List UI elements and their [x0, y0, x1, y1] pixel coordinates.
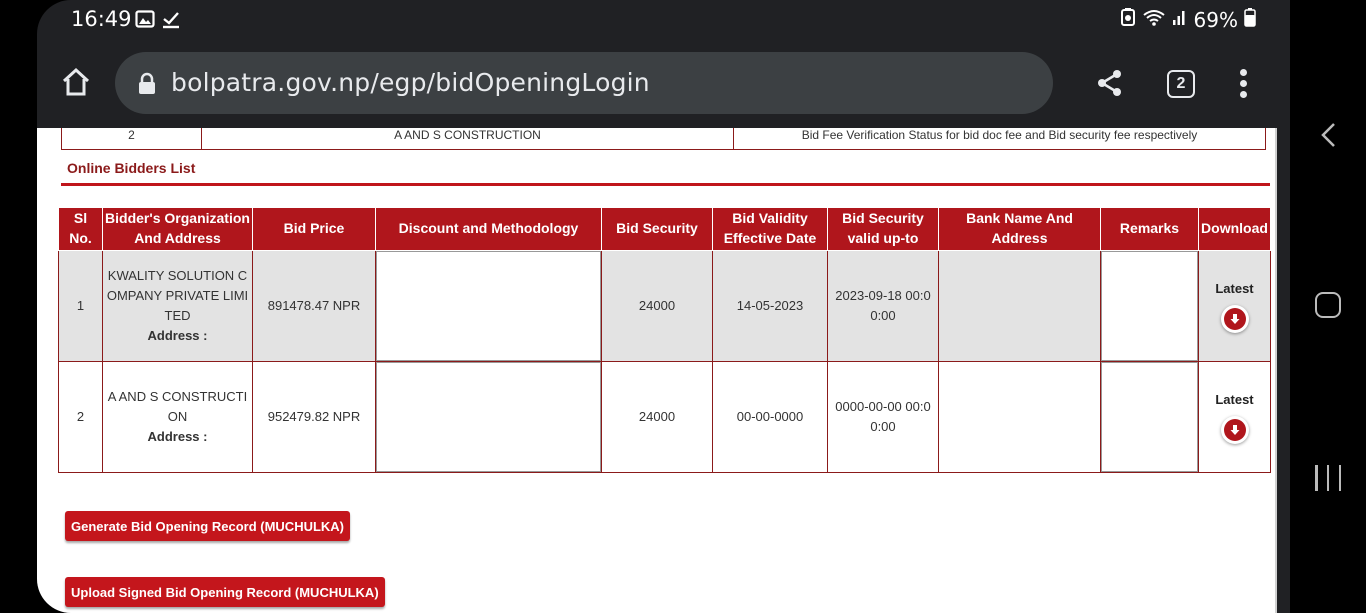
more-menu-icon[interactable] — [1236, 68, 1252, 100]
download-label[interactable]: Latest — [1215, 390, 1253, 410]
nav-home-icon[interactable] — [1315, 292, 1341, 318]
download-icon[interactable] — [1220, 416, 1249, 445]
column-header: Sl No. — [58, 207, 103, 251]
bank-name-address — [938, 361, 1101, 473]
phone-screen: 16:49 69% bolpatra.gov.np/egp/bidOpening… — [37, 0, 1290, 613]
table-row: 2 A AND S CONSTRUCTION Address : 952479.… — [58, 361, 1271, 473]
download-cell: Latest — [1198, 361, 1271, 473]
column-header: Bid Security valid up-to — [827, 207, 939, 251]
sl-number: 2 — [58, 361, 103, 473]
discount-methodology-input[interactable] — [376, 362, 601, 472]
bid-validity-date: 00-00-0000 — [712, 361, 828, 473]
share-icon[interactable] — [1095, 68, 1125, 98]
address-bar[interactable]: bolpatra.gov.np/egp/bidOpeningLogin — [115, 52, 1053, 114]
row-number: 2 — [62, 128, 202, 149]
bid-security: 24000 — [601, 361, 713, 473]
home-icon[interactable] — [59, 65, 93, 99]
bidders-table: Sl No. Bidder's Organization And Address… — [58, 207, 1271, 473]
sl-number: 1 — [58, 250, 103, 362]
column-header: Bid Security — [601, 207, 713, 251]
row-fee-status-note: Bid Fee Verification Status for bid doc … — [801, 128, 1198, 142]
wifi-icon — [1142, 7, 1166, 32]
remarks-input[interactable] — [1101, 362, 1198, 472]
bidder-name: KWALITY SOLUTION COMPANY PRIVATE LIMITED — [106, 267, 249, 323]
bid-security-valid-upto: 2023-09-18 00:00:00 — [827, 250, 939, 362]
address-label: Address : — [147, 429, 208, 445]
discount-methodology-input[interactable] — [376, 251, 601, 361]
battery-saver-icon — [1120, 7, 1136, 32]
battery-percent: 69% — [1193, 7, 1238, 32]
download-cell: Latest — [1198, 250, 1271, 362]
url-text[interactable]: bolpatra.gov.np/egp/bidOpeningLogin — [171, 68, 650, 97]
bid-price: 952479.82 NPR — [252, 361, 376, 473]
bid-security: 24000 — [601, 250, 713, 362]
remarks-cell — [1100, 361, 1199, 473]
remarks-cell — [1100, 250, 1199, 362]
row-bidder-name: A AND S CONSTRUCTION — [202, 128, 734, 149]
back-icon[interactable] — [1317, 122, 1343, 148]
recent-apps-icon[interactable] — [1315, 465, 1341, 491]
bidder-name: A AND S CONSTRUCTION — [107, 388, 248, 424]
bid-price: 891478.47 NPR — [252, 250, 376, 362]
bid-validity-date: 14-05-2023 — [712, 250, 828, 362]
table-row: 1 KWALITY SOLUTION COMPANY PRIVATE LIMIT… — [58, 250, 1271, 362]
status-time: 16:49 — [71, 7, 132, 31]
tab-switcher-button[interactable]: 2 — [1167, 70, 1195, 98]
signal-icon — [1172, 7, 1188, 32]
download-icon[interactable] — [1220, 305, 1249, 334]
discount-cell — [375, 250, 602, 362]
generate-muchulka-button[interactable]: Generate Bid Opening Record (MUCHULKA) — [65, 511, 351, 541]
column-header: Bank Name And Address — [938, 207, 1101, 251]
column-header: Discount and Methodology — [375, 207, 602, 251]
image-icon — [135, 9, 155, 34]
address-label: Address : — [147, 328, 208, 344]
browser-toolbar: bolpatra.gov.np/egp/bidOpeningLogin 2 — [37, 50, 1290, 118]
battery-icon — [1244, 7, 1256, 32]
previous-table-row: 2 A AND S CONSTRUCTION Bid Fee Verificat… — [61, 128, 1266, 150]
discount-cell — [375, 361, 602, 473]
status-bar: 16:49 69% — [37, 0, 1290, 40]
bidder-organization: KWALITY SOLUTION COMPANY PRIVATE LIMITED… — [102, 250, 253, 362]
upload-muchulka-button[interactable]: Upload Signed Bid Opening Record (MUCHUL… — [65, 577, 385, 607]
bidder-organization: A AND S CONSTRUCTION Address : — [102, 361, 253, 473]
bid-security-valid-upto: 0000-00-00 00:00:00 — [827, 361, 939, 473]
column-header: Bid Price — [252, 207, 376, 251]
section-title: Online Bidders List — [67, 160, 196, 176]
lock-icon[interactable] — [137, 72, 157, 101]
download-done-icon — [161, 9, 181, 34]
bank-name-address — [938, 250, 1101, 362]
web-page: 2 A AND S CONSTRUCTION Bid Fee Verificat… — [37, 128, 1277, 613]
remarks-input[interactable] — [1101, 251, 1198, 361]
column-header: Remarks — [1100, 207, 1199, 251]
table-header-row: Sl No. Bidder's Organization And Address… — [58, 207, 1271, 251]
page-scrollbar[interactable] — [1275, 128, 1277, 613]
system-nav-bar — [1290, 0, 1366, 613]
column-header: Bid Validity Effective Date — [712, 207, 828, 251]
column-header: Download — [1198, 207, 1271, 251]
download-label[interactable]: Latest — [1215, 279, 1253, 299]
section-divider — [61, 183, 1270, 186]
column-header: Bidder's Organization And Address — [102, 207, 253, 251]
